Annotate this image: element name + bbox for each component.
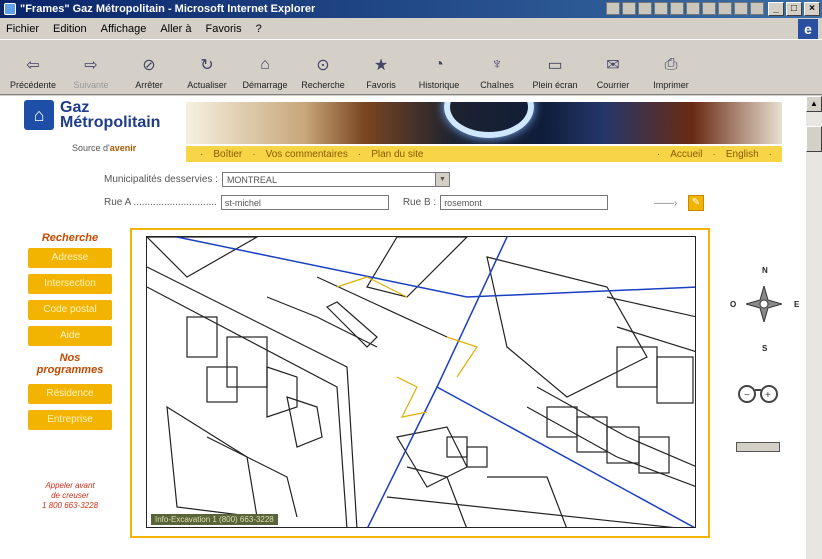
- fullscreen-button[interactable]: ▭ Plein écran: [526, 54, 584, 90]
- web-page: ⌂ Gaz Métropolitain Source d'avenir · Boî…: [0, 96, 806, 559]
- nav-link-home[interactable]: Accueil: [670, 149, 702, 160]
- street-a-input[interactable]: st-michel: [220, 195, 389, 210]
- maximize-button[interactable]: □: [786, 2, 802, 16]
- municipality-row: Municipalités desservies : MONTREAL ▼: [104, 172, 450, 187]
- zoom-binoculars[interactable]: − +: [736, 382, 780, 404]
- close-button[interactable]: ×: [804, 2, 820, 16]
- back-arrow-icon: ⇦: [26, 57, 40, 74]
- print-icon: ⎙: [664, 56, 678, 73]
- home-icon: ⌂: [260, 56, 270, 73]
- svg-text:+: +: [765, 390, 771, 401]
- tray-icon: [670, 2, 684, 15]
- nav-link-english[interactable]: English: [726, 149, 759, 160]
- ie-logo-icon: e: [798, 19, 818, 39]
- print-button[interactable]: ⎙ Imprimer: [642, 54, 700, 90]
- scroll-up-icon[interactable]: ▲: [806, 96, 822, 112]
- nav-link-comments[interactable]: Vos commentaires: [266, 149, 348, 160]
- street-a-label: Rue A ..............................: [104, 197, 217, 208]
- fullscreen-icon: ▭: [547, 57, 563, 74]
- channels-button[interactable]: ♆ Chaînes: [468, 54, 526, 90]
- vertical-scrollbar[interactable]: ▲: [806, 96, 822, 559]
- forward-arrow-icon: ⇨: [84, 57, 98, 74]
- street-row: Rue A .............................. st-…: [104, 195, 609, 210]
- compass-icon: [746, 286, 782, 322]
- browser-toolbar: ⇦ Précédente ⇨ Suivante ⊘ Arrêter ↻ Actualis…: [0, 41, 822, 95]
- minimize-button[interactable]: _: [768, 2, 784, 16]
- search-go-button[interactable]: ✎: [688, 195, 704, 211]
- chevron-down-icon[interactable]: ▼: [434, 173, 449, 186]
- tray-icon: [718, 2, 732, 15]
- map-scale-label: Info-Excavation 1 (800) 663-3228: [151, 514, 278, 525]
- header-banner: [186, 102, 782, 144]
- sidebar-btn-residence[interactable]: Résidence: [28, 384, 112, 404]
- channels-icon: ♆: [491, 56, 503, 73]
- call-before-digging: Appeler avant de creuser 1 800 663-3228: [41, 481, 99, 510]
- refresh-button[interactable]: ↻ Actualiser: [178, 54, 236, 90]
- house-flame-icon: ⌂: [24, 100, 54, 130]
- favorites-button[interactable]: ★ Favoris: [352, 54, 410, 90]
- menu-file[interactable]: Fichier: [6, 23, 39, 35]
- site-nav: · Boîtier · Vos commentaires · Plan du site…: [186, 146, 782, 162]
- programs-title: Nos programmes: [36, 352, 104, 376]
- map-drawing: [147, 237, 695, 527]
- title-bar: "Frames" Gaz Métropolitain - Microsoft I…: [0, 0, 822, 18]
- back-button[interactable]: ⇦ Précédente: [4, 54, 62, 90]
- search-button[interactable]: ⊙ Recherche: [294, 54, 352, 90]
- stop-icon: ⊘: [142, 57, 156, 74]
- tray-icon: [606, 2, 620, 15]
- home-button[interactable]: ⌂ Démarrage: [236, 54, 294, 90]
- mail-button[interactable]: ✉ Courrier: [584, 54, 642, 90]
- menu-bar: Fichier Edition Affichage Aller à Favori…: [0, 18, 822, 40]
- scale-bar-icon: [736, 442, 780, 452]
- scroll-thumb[interactable]: [806, 126, 822, 152]
- sidebar: Recherche Adresse Intersection Code post…: [28, 232, 112, 436]
- sidebar-title: Recherche: [41, 232, 99, 244]
- search-icon: ⊙: [316, 57, 330, 74]
- sidebar-btn-postal-code[interactable]: Code postal: [28, 300, 112, 320]
- forward-button[interactable]: ⇨ Suivante: [62, 54, 120, 90]
- brand-line2: Métropolitain: [60, 114, 161, 131]
- sidebar-btn-intersection[interactable]: Intersection: [28, 274, 112, 294]
- tray-icon: [686, 2, 700, 15]
- svg-text:−: −: [744, 390, 750, 401]
- menu-edit[interactable]: Edition: [53, 23, 87, 35]
- history-icon: ◔: [434, 56, 444, 73]
- taskbar-tray: [606, 2, 764, 15]
- window-title: "Frames" Gaz Métropolitain - Microsoft I…: [20, 3, 316, 15]
- map-frame: Info-Excavation 1 (800) 663-3228: [130, 228, 710, 538]
- nav-link-sitemap[interactable]: Plan du site: [371, 149, 423, 160]
- menu-favorites[interactable]: Favoris: [206, 23, 242, 35]
- tagline: Source d'avenir: [72, 143, 137, 153]
- sidebar-btn-address[interactable]: Adresse: [28, 248, 112, 268]
- compass-rose[interactable]: N S O E: [730, 266, 800, 356]
- tray-icon: [734, 2, 748, 15]
- sidebar-btn-business[interactable]: Entreprise: [28, 410, 112, 430]
- ie-window-icon: [4, 3, 16, 15]
- menu-view[interactable]: Affichage: [101, 23, 147, 35]
- network-map[interactable]: Info-Excavation 1 (800) 663-3228: [146, 236, 696, 528]
- tray-icon: [638, 2, 652, 15]
- mail-icon: ✉: [606, 57, 620, 74]
- arrow-right-icon: ——›: [654, 198, 678, 209]
- refresh-icon: ↻: [200, 57, 214, 74]
- site-logo[interactable]: ⌂ Gaz Métropolitain: [24, 99, 161, 131]
- nav-link-boitier[interactable]: Boîtier: [213, 149, 242, 160]
- menu-go[interactable]: Aller à: [160, 23, 191, 35]
- street-b-label: Rue B :: [402, 197, 437, 208]
- favorites-icon: ★: [373, 57, 389, 74]
- tray-icon: [750, 2, 764, 15]
- municipality-label: Municipalités desservies :: [104, 174, 218, 185]
- municipality-select[interactable]: MONTREAL ▼: [221, 172, 450, 187]
- gas-flame-ring-image: [444, 102, 534, 138]
- menu-help[interactable]: ?: [256, 23, 262, 35]
- street-b-input[interactable]: rosemont: [440, 195, 609, 210]
- tray-icon: [622, 2, 636, 15]
- stop-button[interactable]: ⊘ Arrêter: [120, 54, 178, 90]
- sidebar-btn-help[interactable]: Aide: [28, 326, 112, 346]
- brand-line1: Gaz: [60, 99, 90, 116]
- tray-icon: [702, 2, 716, 15]
- binoculars-icon: − +: [738, 385, 778, 403]
- history-button[interactable]: ◔ Historique: [410, 54, 468, 90]
- tray-icon: [654, 2, 668, 15]
